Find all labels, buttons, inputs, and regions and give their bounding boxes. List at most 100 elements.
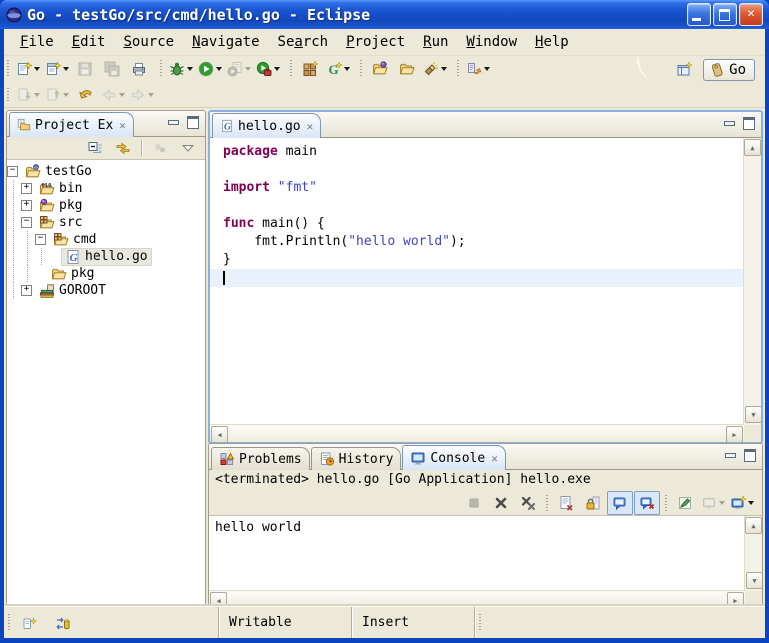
tab-history[interactable]: History <box>311 447 402 470</box>
dropdown-arrow-icon[interactable] <box>274 67 280 71</box>
minimize-button[interactable] <box>687 3 711 26</box>
tab-problems[interactable]: Problems <box>211 447 310 470</box>
menu-run[interactable]: Run <box>415 32 456 52</box>
tree-item-pkg[interactable]: +pkg <box>7 197 205 214</box>
new-file2-button[interactable] <box>43 57 71 81</box>
stdout-button[interactable] <box>607 491 633 515</box>
dropdown-arrow-icon[interactable] <box>148 93 154 97</box>
dropdown-arrow-icon[interactable] <box>63 93 69 97</box>
mark-occurrences-icon <box>466 61 482 77</box>
print-button[interactable] <box>126 57 152 81</box>
dropdown-arrow-icon[interactable] <box>344 67 350 71</box>
editor-horizontal-scrollbar[interactable]: ◀ ▶ <box>210 424 744 442</box>
menu-edit[interactable]: Edit <box>64 32 114 52</box>
view-menu-button[interactable] <box>175 136 201 160</box>
remove-all-button[interactable] <box>515 491 541 515</box>
dropdown-arrow-icon[interactable] <box>216 67 222 71</box>
editor-vertical-scrollbar[interactable]: ▲ ▼ <box>743 138 761 425</box>
search-button[interactable] <box>421 57 449 81</box>
tree-expander-plus[interactable]: + <box>21 285 32 296</box>
go-perspective-button[interactable]: Go <box>703 59 755 81</box>
dropdown-arrow-icon[interactable] <box>719 501 725 505</box>
dropdown-arrow-icon[interactable] <box>63 67 69 71</box>
workspace: Project Ex ✕ −testGo+bin+pkg−src−cmdhell… <box>4 109 765 607</box>
project-explorer-tab[interactable]: Project Ex ✕ <box>9 112 134 137</box>
clear-button[interactable] <box>553 491 579 515</box>
import-folder-button[interactable] <box>367 57 393 81</box>
close-button[interactable]: ✕ <box>739 3 763 26</box>
console-horizontal-scrollbar[interactable]: ◀ ▶ <box>209 590 745 606</box>
dropdown-arrow-icon[interactable] <box>748 501 754 505</box>
dropdown-arrow-icon[interactable] <box>245 67 251 71</box>
menu-navigate[interactable]: Navigate <box>184 32 267 52</box>
scroll-left-arrow[interactable]: ◀ <box>211 426 228 443</box>
scroll-left-arrow[interactable]: ◀ <box>210 592 227 606</box>
dropdown-arrow-icon[interactable] <box>34 67 40 71</box>
mark-occurrences-button[interactable] <box>464 57 492 81</box>
editor-tab-hello-go[interactable]: hello.go ✕ <box>212 113 321 138</box>
scroll-right-arrow[interactable]: ▶ <box>727 592 744 606</box>
tree-indent-guide <box>7 197 21 214</box>
tree-item-pkg[interactable]: pkg <box>7 265 205 282</box>
last-edit-button[interactable] <box>72 83 98 107</box>
editor-minimize-button[interactable] <box>721 116 737 131</box>
tree-expander-plus[interactable]: + <box>21 183 32 194</box>
project-explorer-close-icon[interactable]: ✕ <box>119 119 126 132</box>
console-maximize-button[interactable] <box>742 448 758 463</box>
tree-item-cmd[interactable]: −cmd <box>7 231 205 248</box>
maximize-button[interactable] <box>713 3 737 26</box>
menu-help[interactable]: Help <box>527 32 577 52</box>
menu-search[interactable]: Search <box>270 32 337 52</box>
remove-button[interactable] <box>488 491 514 515</box>
stderr-button[interactable] <box>634 491 660 515</box>
project-maximize-button[interactable] <box>185 115 201 130</box>
tree-item-bin[interactable]: +bin <box>7 180 205 197</box>
dropdown-arrow-icon[interactable] <box>441 67 447 71</box>
tree-item-goroot[interactable]: +GOROOT <box>7 282 205 299</box>
dropdown-arrow-icon[interactable] <box>484 67 490 71</box>
scroll-down-arrow[interactable]: ▼ <box>745 406 762 423</box>
code-area[interactable]: package mainimport "fmt"func main() { fm… <box>210 138 744 425</box>
debug-button[interactable] <box>167 57 195 81</box>
editor-maximize-button[interactable] <box>741 116 757 131</box>
open-perspective-button[interactable] <box>671 58 697 82</box>
ext-tools-button[interactable] <box>254 57 282 81</box>
dropdown-arrow-icon[interactable] <box>119 93 125 97</box>
scroll-down-arrow[interactable]: ▼ <box>746 572 763 589</box>
link-editor-button[interactable] <box>110 136 136 160</box>
open-folder-button[interactable] <box>394 57 420 81</box>
project-minimize-button[interactable] <box>165 115 181 130</box>
tree-item-hello-go[interactable]: hello.go <box>7 248 205 265</box>
new-pkg-button[interactable] <box>297 57 323 81</box>
tree-expander-minus[interactable]: − <box>35 234 46 245</box>
tree-item-testgo[interactable]: −testGo <box>7 163 205 180</box>
run-button[interactable] <box>196 57 224 81</box>
scroll-lock-button[interactable] <box>580 491 606 515</box>
menu-file[interactable]: File <box>12 32 62 52</box>
pin-button[interactable] <box>672 491 698 515</box>
console-minimize-button[interactable] <box>722 448 738 463</box>
fast-view-button[interactable] <box>16 611 42 635</box>
console-trim-button[interactable] <box>50 611 76 635</box>
dropdown-arrow-icon[interactable] <box>34 93 40 97</box>
new-file-button[interactable] <box>14 57 42 81</box>
new-go-button[interactable] <box>324 57 352 81</box>
tree-expander-minus[interactable]: − <box>21 217 32 228</box>
tab-close-icon[interactable]: ✕ <box>491 452 498 465</box>
console-output[interactable]: hello world <box>209 516 745 591</box>
tab-console[interactable]: Console✕ <box>402 445 505 470</box>
tree-expander-minus[interactable]: − <box>7 166 18 177</box>
menu-source[interactable]: Source <box>115 32 182 52</box>
dropdown-arrow-icon[interactable] <box>187 67 193 71</box>
open-console-button[interactable] <box>728 491 756 515</box>
menu-window[interactable]: Window <box>458 32 525 52</box>
menu-project[interactable]: Project <box>338 32 413 52</box>
scroll-up-arrow[interactable]: ▲ <box>745 517 762 534</box>
scroll-up-arrow[interactable]: ▲ <box>744 139 761 156</box>
collapse-all-button[interactable] <box>82 136 108 160</box>
scroll-right-arrow[interactable]: ▶ <box>726 426 743 443</box>
editor-tab-close-icon[interactable]: ✕ <box>307 120 314 133</box>
tree-item-src[interactable]: −src <box>7 214 205 231</box>
tree-expander-plus[interactable]: + <box>21 200 32 211</box>
console-vertical-scrollbar[interactable]: ▲ ▼ <box>744 516 762 591</box>
